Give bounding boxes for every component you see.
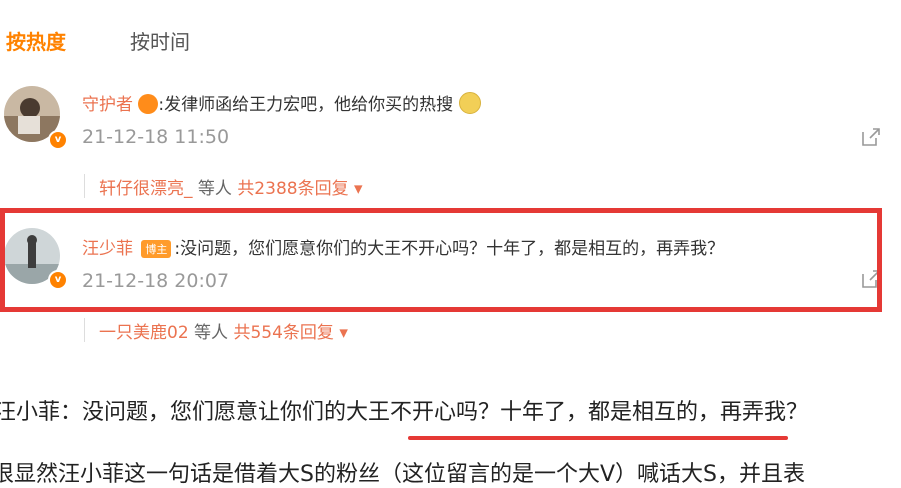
article-line: 汪小菲：没问题，您们愿意让你们的大王不开心吗？十年了，都是相互的，再弄我？ <box>0 400 809 425</box>
dropdown-arrow-icon[interactable]: ▾ <box>339 323 348 343</box>
reply-mid-text: 等人 <box>192 179 238 199</box>
dropdown-arrow-icon[interactable]: ▾ <box>354 179 363 199</box>
share-icon[interactable] <box>860 126 882 148</box>
reply-summary[interactable]: 一只美鹿02 等人 共554条回复 ▾ <box>84 318 348 343</box>
comment-username[interactable]: 守护者 <box>82 95 133 115</box>
article-line: 很显然汪小菲这一句话是借着大S的粉丝（这位留言的是一个大V）喊话大S，并且表 <box>0 462 805 487</box>
reply-summary[interactable]: 轩仔很漂亮_ 等人 共2388条回复 ▾ <box>84 174 363 199</box>
reply-username[interactable]: 一只美鹿02 <box>99 323 189 343</box>
emoji-icon <box>138 94 159 114</box>
comment-time: 21-12-18 11:50 <box>82 126 230 148</box>
reply-mid-text: 等人 <box>188 323 234 343</box>
reply-count[interactable]: 共554条回复 <box>233 323 333 343</box>
verified-icon: v <box>48 130 68 150</box>
reply-username[interactable]: 轩仔很漂亮_ <box>99 179 193 199</box>
comment-text-row: 守护者 :发律师函给王力宏吧，他给你买的热搜 <box>82 90 481 115</box>
tab-time[interactable]: 按时间 <box>130 26 190 55</box>
reply-count[interactable]: 共2388条回复 <box>237 179 348 199</box>
comment-text: :发律师函给王力宏吧，他给你买的热搜 <box>158 95 454 115</box>
highlight-box <box>0 208 882 312</box>
red-underline <box>408 436 788 440</box>
emoji-icon <box>458 92 481 114</box>
tab-hot[interactable]: 按热度 <box>6 26 66 55</box>
